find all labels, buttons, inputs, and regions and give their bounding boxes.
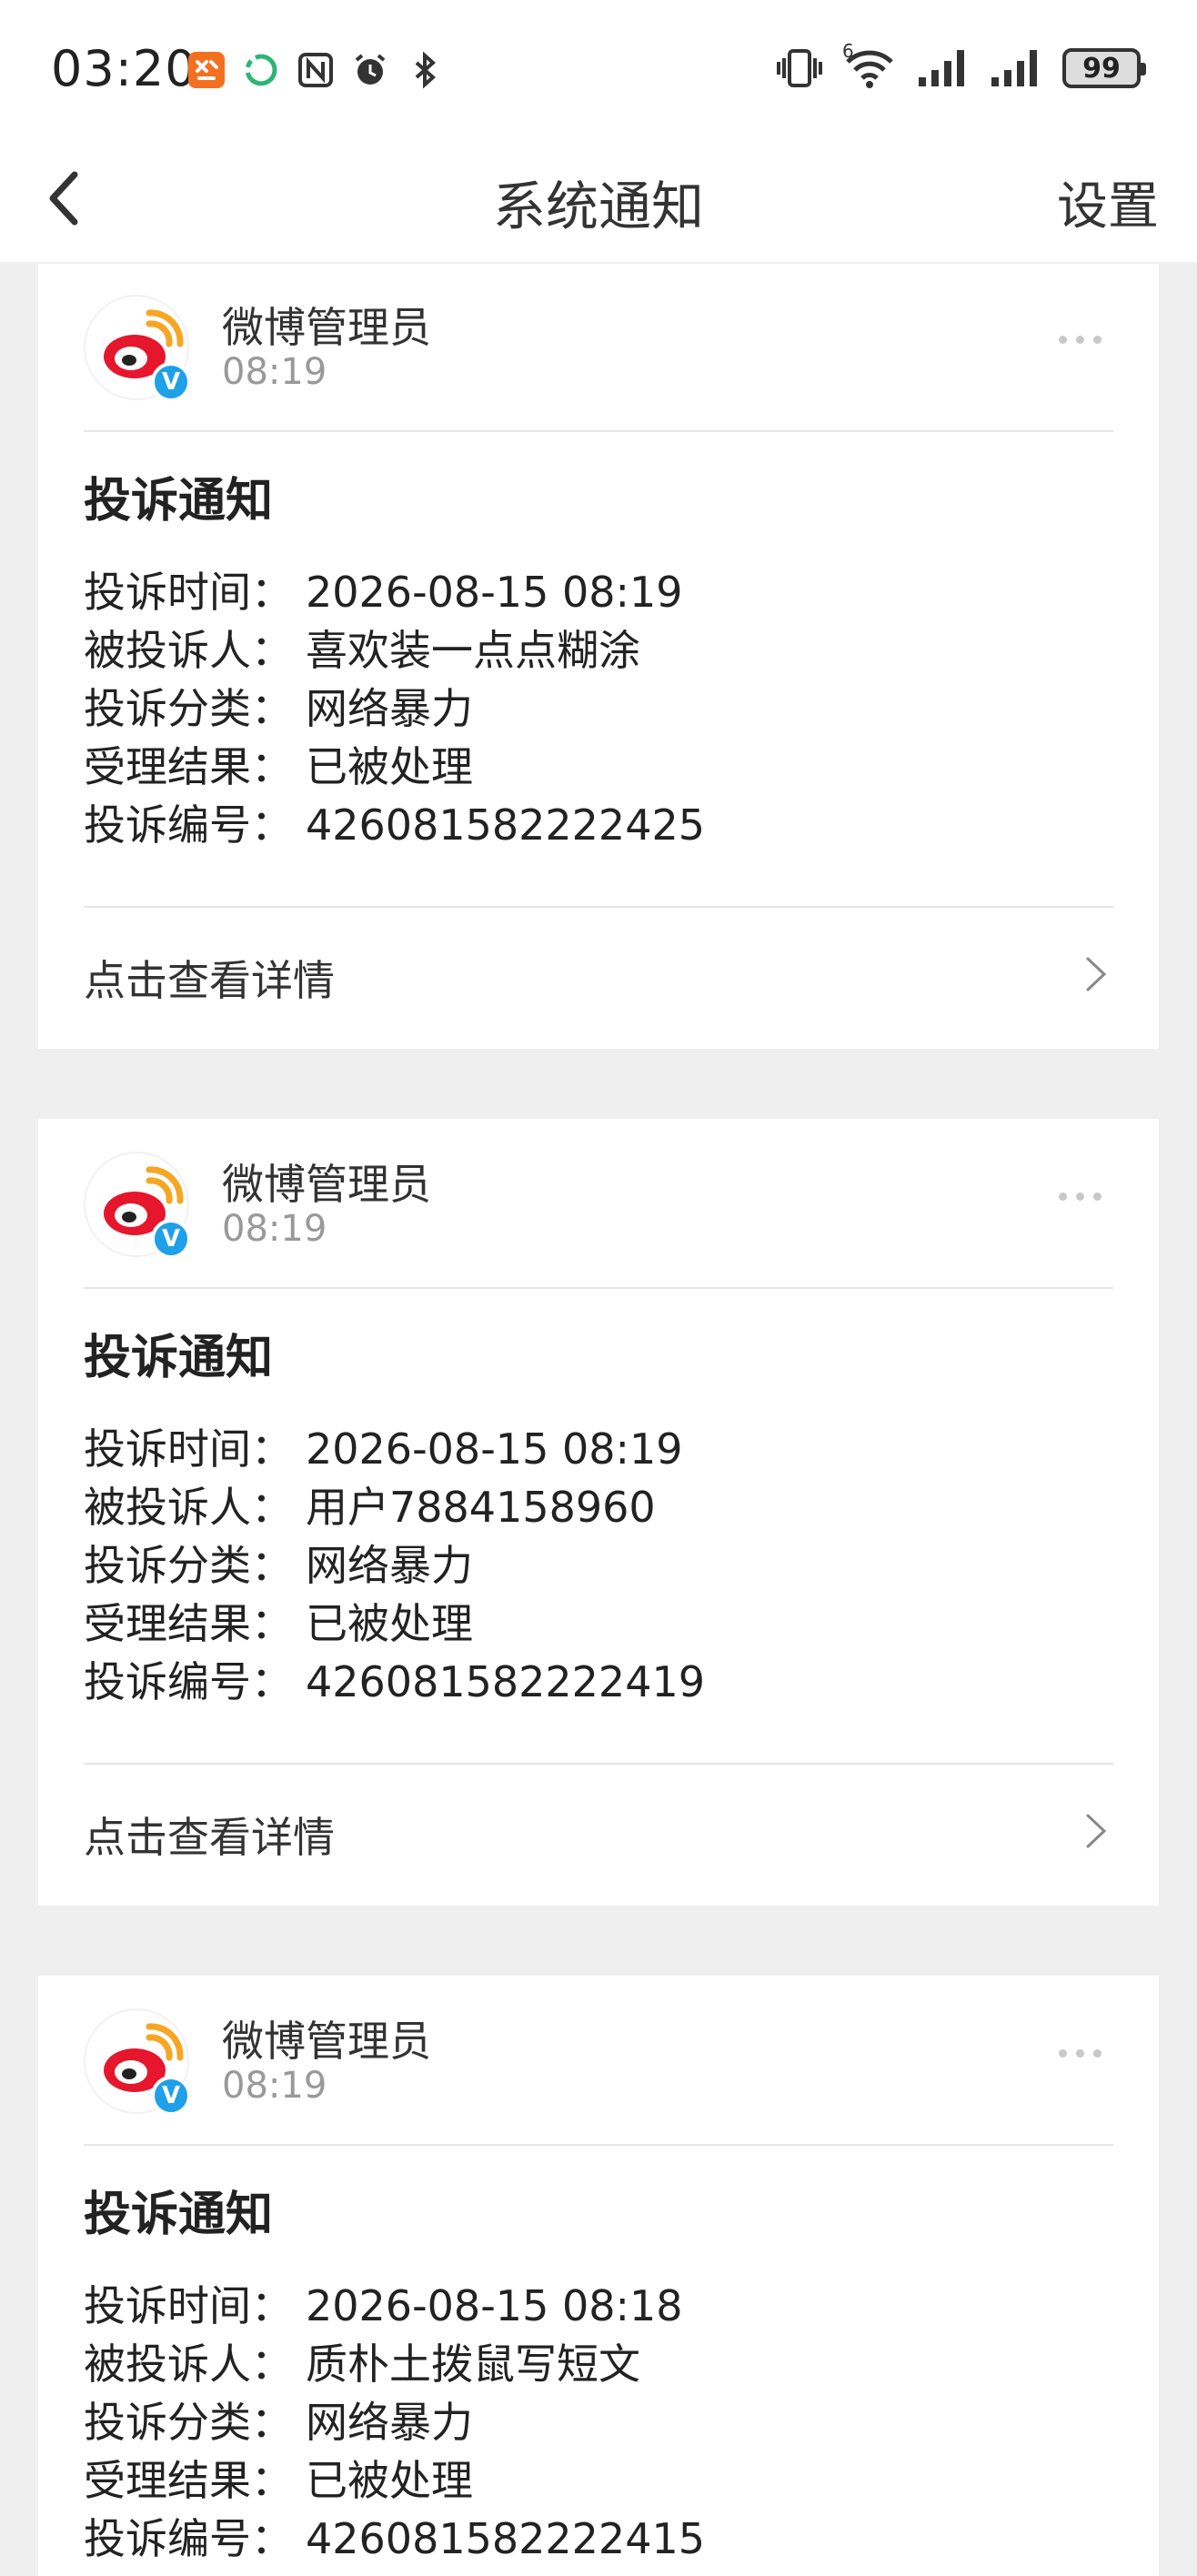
info-row: 投诉编号： 426081582222419 <box>84 1653 1113 1711</box>
nfc-icon <box>298 53 333 87</box>
sender-name: 微博管理员 <box>222 303 431 352</box>
chevron-right-icon <box>1086 957 1107 991</box>
info-label: 受理结果： <box>84 2456 293 2505</box>
info-value: 已被处理 <box>306 742 473 791</box>
sender-name: 微博管理员 <box>222 1160 431 1209</box>
info-value: 网络暴力 <box>306 1541 473 1590</box>
message-time: 08:19 <box>222 1208 327 1250</box>
info-value: 426081582222415 <box>306 2514 705 2563</box>
info-label: 投诉分类： <box>84 1541 293 1590</box>
info-value: 2026-08-15 08:19 <box>306 1424 683 1474</box>
info-label: 投诉时间： <box>84 568 293 617</box>
network-type-label: 6 <box>842 40 854 62</box>
info-label: 投诉时间： <box>84 1424 293 1474</box>
notification-card: V 微博管理员 08:19 投诉通知 投诉时间： 2026-08-15 08:1… <box>38 1119 1159 1906</box>
info-row: 投诉编号： 426081582222415 <box>84 2510 1113 2568</box>
signal-icon <box>919 50 964 86</box>
verified-badge-icon: V <box>151 362 191 402</box>
notification-title: 投诉通知 <box>84 2188 274 2242</box>
card-header: V 微博管理员 08:19 <box>84 264 1113 432</box>
status-app-icons <box>187 51 444 89</box>
info-value: 426081582222419 <box>306 1657 705 1706</box>
card-body: 投诉通知 投诉时间： 2026-08-15 08:19 被投诉人： 喜欢装一点点… <box>84 432 1113 908</box>
info-label: 被投诉人： <box>84 626 293 675</box>
nav-bar: 系统通知 设置 <box>0 144 1197 262</box>
message-time: 08:19 <box>222 351 327 393</box>
info-value: 网络暴力 <box>306 684 473 733</box>
more-options-icon[interactable] <box>1059 326 1113 353</box>
status-bar: 03:20 6 99 <box>0 0 1197 144</box>
taobao-app-icon <box>188 52 225 88</box>
view-details-link[interactable]: 点击查看详情 <box>84 948 335 1008</box>
info-row: 被投诉人： 质朴土拨鼠写短文 <box>84 2335 1113 2393</box>
status-time: 03:20 <box>51 40 197 97</box>
info-row: 被投诉人： 用户7884158960 <box>84 1478 1113 1536</box>
info-label: 投诉分类： <box>84 2398 293 2447</box>
signal-icon-2 <box>991 50 1037 86</box>
chevron-right-icon <box>1086 1814 1107 1848</box>
view-details-link[interactable]: 点击查看详情 <box>84 1805 335 1865</box>
info-row: 投诉时间： 2026-08-15 08:19 <box>84 1420 1113 1478</box>
info-value: 2026-08-15 08:19 <box>306 568 683 617</box>
info-label: 投诉编号： <box>84 2514 293 2563</box>
recycle-app-icon <box>245 54 277 86</box>
info-row: 投诉分类： 网络暴力 <box>84 1536 1113 1595</box>
battery-indicator: 99 <box>1062 48 1146 88</box>
view-details-row[interactable]: 点击查看详情 <box>84 908 1113 1049</box>
card-body: 投诉通知 投诉时间： 2026-08-15 08:18 被投诉人： 质朴土拨鼠写… <box>84 2146 1113 2576</box>
message-time: 08:19 <box>222 2065 327 2107</box>
info-row: 投诉分类： 网络暴力 <box>84 2393 1113 2451</box>
info-row: 投诉分类： 网络暴力 <box>84 679 1113 738</box>
info-label: 被投诉人： <box>84 1483 293 1532</box>
more-options-icon[interactable] <box>1059 2039 1113 2067</box>
verified-badge-icon: V <box>151 1219 191 1259</box>
alarm-icon <box>355 54 386 85</box>
status-right-icons: 6 99 <box>777 40 1146 89</box>
bluetooth-icon <box>415 51 437 89</box>
info-value: 2026-08-15 08:18 <box>306 2281 683 2330</box>
info-value: 质朴土拨鼠写短文 <box>306 2340 640 2389</box>
info-label: 投诉时间： <box>84 2281 293 2330</box>
card-body: 投诉通知 投诉时间： 2026-08-15 08:19 被投诉人： 用户7884… <box>84 1289 1113 1765</box>
info-row: 受理结果： 已被处理 <box>84 1595 1113 1653</box>
notification-list[interactable]: V 微博管理员 08:19 投诉通知 投诉时间： 2026-08-15 08:1… <box>0 262 1197 2576</box>
info-row: 投诉编号： 426081582222425 <box>84 796 1113 854</box>
info-value: 喜欢装一点点糊涂 <box>306 626 640 675</box>
notification-title: 投诉通知 <box>84 474 274 528</box>
info-value: 已被处理 <box>306 2456 473 2505</box>
view-details-row[interactable]: 点击查看详情 <box>84 1765 1113 1906</box>
info-label: 投诉分类： <box>84 684 293 733</box>
sender-name: 微博管理员 <box>222 2017 431 2066</box>
info-row: 投诉时间： 2026-08-15 08:18 <box>84 2277 1113 2335</box>
info-value: 网络暴力 <box>306 2398 473 2447</box>
page-title: 系统通知 <box>492 176 704 237</box>
info-value: 426081582222425 <box>306 800 705 850</box>
wifi-indicator: 6 <box>842 40 897 89</box>
info-label: 受理结果： <box>84 742 293 791</box>
notification-title: 投诉通知 <box>84 1331 274 1385</box>
notification-card: V 微博管理员 08:19 投诉通知 投诉时间： 2026-08-15 08:1… <box>38 1976 1159 2576</box>
info-row: 受理结果： 已被处理 <box>84 738 1113 796</box>
info-row: 投诉时间： 2026-08-15 08:19 <box>84 563 1113 621</box>
info-label: 被投诉人： <box>84 2340 293 2389</box>
notification-card: V 微博管理员 08:19 投诉通知 投诉时间： 2026-08-15 08:1… <box>38 264 1159 1049</box>
info-label: 投诉编号： <box>84 1657 293 1706</box>
settings-button[interactable]: 设置 <box>1057 166 1159 239</box>
info-label: 受理结果： <box>84 1599 293 1648</box>
card-header: V 微博管理员 08:19 <box>84 1976 1113 2146</box>
info-value: 已被处理 <box>306 1599 473 1648</box>
info-row: 被投诉人： 喜欢装一点点糊涂 <box>84 621 1113 679</box>
info-row: 受理结果： 已被处理 <box>84 2451 1113 2510</box>
more-options-icon[interactable] <box>1059 1182 1113 1210</box>
verified-badge-icon: V <box>151 2076 191 2116</box>
vibrate-icon <box>777 49 822 87</box>
info-label: 投诉编号： <box>84 800 293 850</box>
card-header: V 微博管理员 08:19 <box>84 1119 1113 1289</box>
info-value: 用户7884158960 <box>306 1483 656 1532</box>
